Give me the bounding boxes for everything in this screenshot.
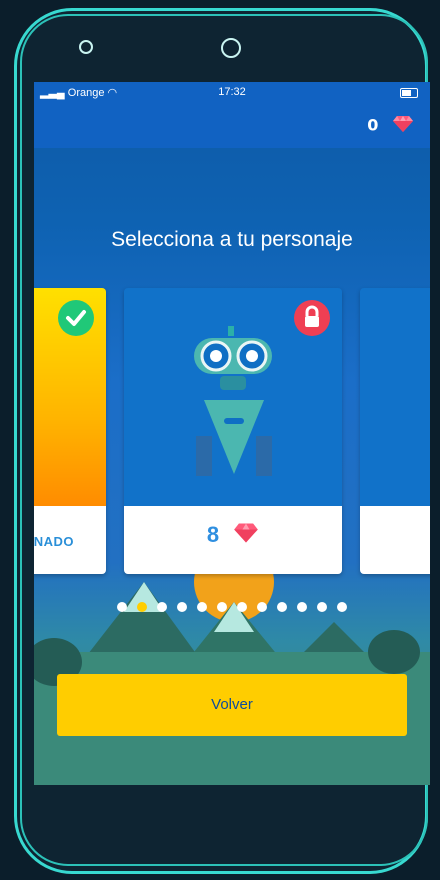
gem-icon (392, 115, 414, 137)
app-screen: ▂▃▄ Orange ◠ 17:32 0 Selecciona a tu per… (34, 82, 430, 785)
background-scenery (34, 542, 430, 785)
lock-icon (294, 300, 330, 336)
proximity-sensor-icon (79, 40, 93, 54)
front-camera-icon (221, 38, 241, 58)
pagination-dots (34, 602, 430, 612)
pagination-dot[interactable] (237, 602, 247, 612)
price-value: 8 (206, 522, 220, 547)
character-art (360, 288, 430, 506)
gem-counter[interactable]: 0 (367, 115, 414, 137)
status-time: 17:32 (218, 86, 246, 98)
card-footer: 8 (124, 506, 342, 574)
character-card-next[interactable] (360, 288, 430, 574)
pagination-dot[interactable] (257, 602, 267, 612)
top-bar: 0 (34, 104, 430, 148)
pagination-dot[interactable] (277, 602, 287, 612)
price-label: 8 (124, 522, 342, 550)
checkmark-icon (58, 300, 94, 336)
card-footer (360, 506, 430, 574)
pagination-dot[interactable] (317, 602, 327, 612)
status-bar: ▂▃▄ Orange ◠ 17:32 (34, 82, 430, 104)
pagination-dot[interactable] (217, 602, 227, 612)
gem-icon (233, 522, 259, 550)
character-card-locked[interactable]: 8 (124, 288, 342, 574)
card-footer: NADO (34, 506, 106, 574)
selected-label: NADO (34, 534, 74, 549)
pagination-dot[interactable] (117, 602, 127, 612)
back-button[interactable]: Volver (57, 674, 407, 736)
pagination-dot[interactable] (157, 602, 167, 612)
pagination-dot[interactable] (177, 602, 187, 612)
pagination-dot[interactable] (197, 602, 207, 612)
character-card-selected[interactable]: NADO (34, 288, 106, 574)
page-title: Selecciona a tu personaje (111, 228, 353, 251)
pagination-dot[interactable] (137, 602, 147, 612)
pagination-dot[interactable] (337, 602, 347, 612)
gem-count: 0 (367, 115, 379, 135)
battery-icon (400, 88, 418, 98)
pagination-dot[interactable] (297, 602, 307, 612)
